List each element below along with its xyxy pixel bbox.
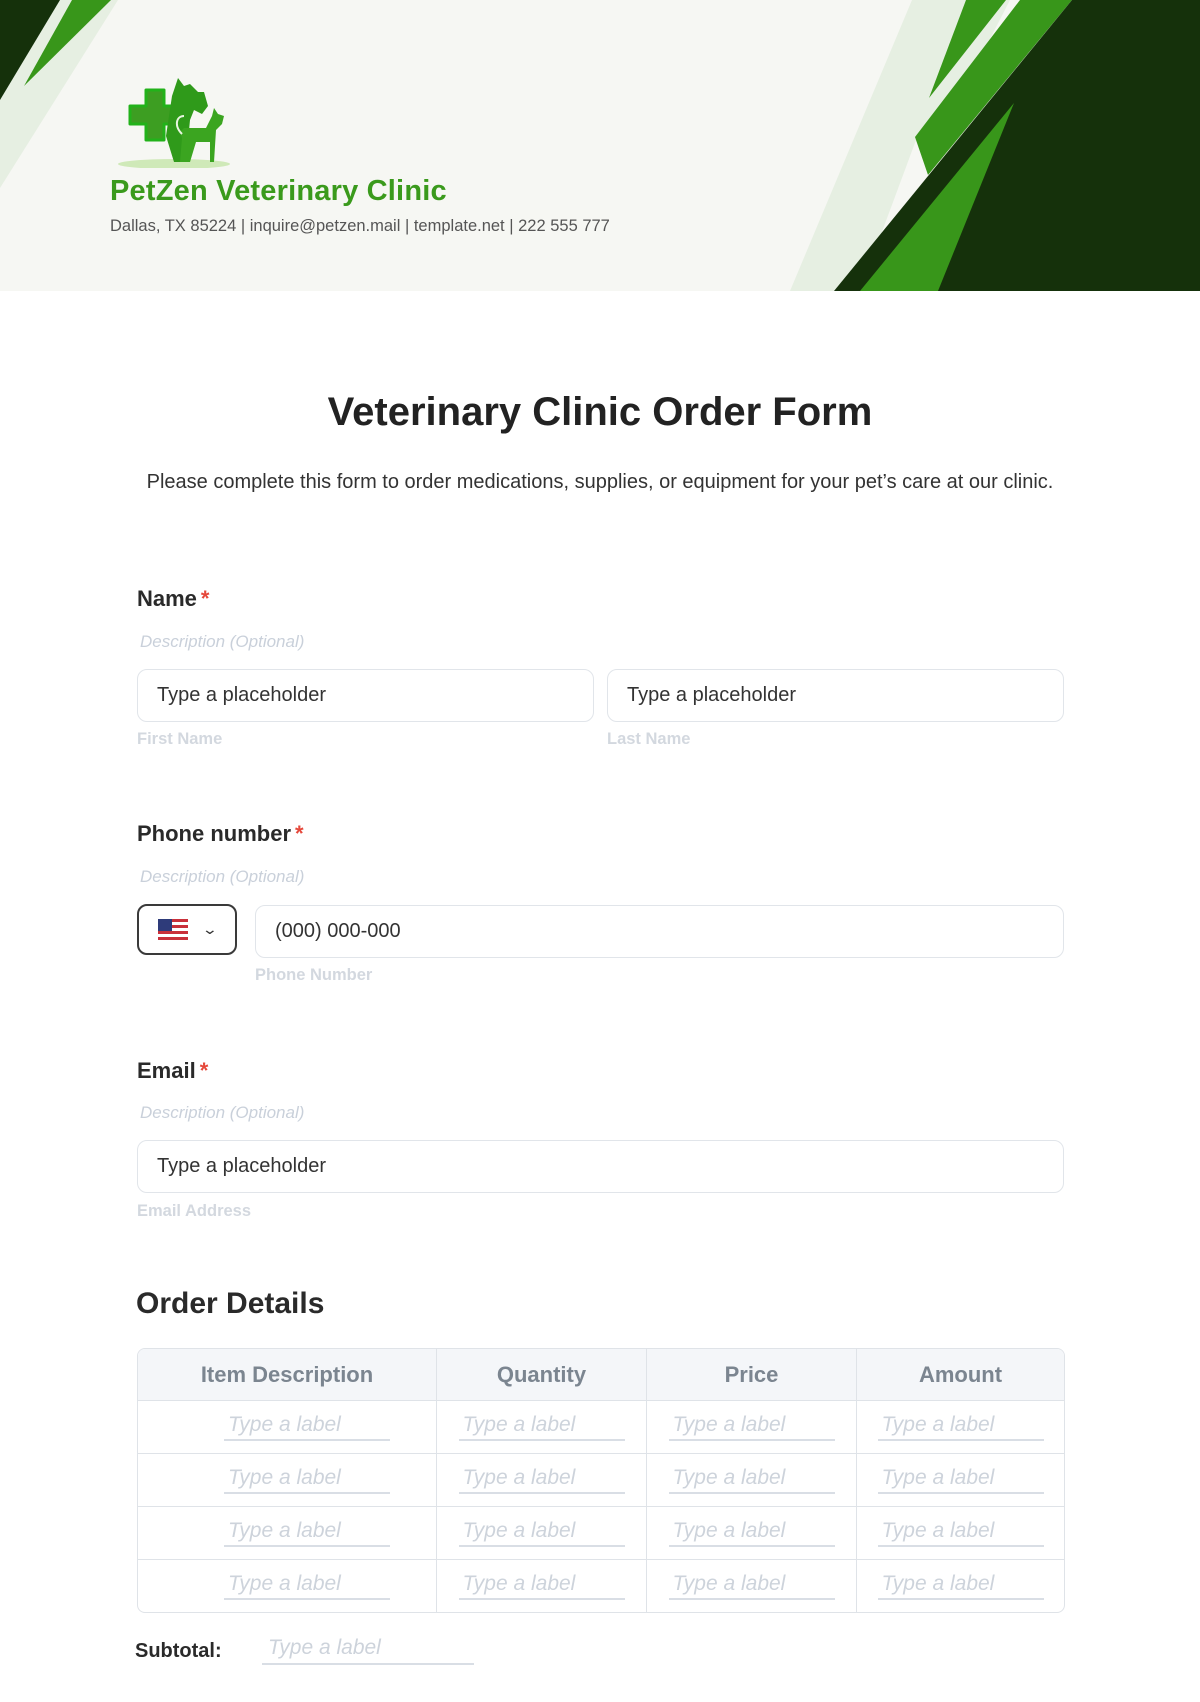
required-asterisk: * — [199, 1058, 209, 1083]
amount-input[interactable]: Type a label — [877, 1466, 1044, 1494]
email-input[interactable]: Type a placeholder — [137, 1140, 1064, 1193]
column-header: Item Description — [138, 1349, 436, 1400]
item-description-input[interactable]: Type a label — [224, 1519, 390, 1547]
required-asterisk: * — [295, 821, 304, 846]
form-intro: Please complete this form to order medic… — [146, 471, 1054, 493]
form-title: Veterinary Clinic Order Form — [327, 390, 873, 434]
name-field-label: Name * — [137, 586, 209, 612]
table-header-row: Item Description Quantity Price Amount — [138, 1349, 1064, 1400]
quantity-input[interactable]: Type a label — [458, 1572, 625, 1600]
column-header: Amount — [856, 1349, 1064, 1400]
table-row: Type a label Type a label Type a label T… — [138, 1559, 1064, 1612]
price-input[interactable]: Type a label — [668, 1413, 835, 1441]
email-sublabel: Email Address — [137, 1202, 252, 1220]
quantity-input[interactable]: Type a label — [458, 1413, 625, 1441]
column-header: Quantity — [436, 1349, 646, 1400]
last-name-sublabel: Last Name — [607, 730, 691, 748]
clinic-name: PetZen Veterinary Clinic — [110, 175, 447, 207]
quantity-input[interactable]: Type a label — [458, 1519, 625, 1547]
quantity-input[interactable]: Type a label — [458, 1466, 625, 1494]
column-header: Price — [646, 1349, 856, 1400]
phone-label-text: Phone number — [137, 821, 292, 846]
column-header-price: Price — [724, 1361, 779, 1387]
last-name-input[interactable]: Type a placeholder — [607, 669, 1064, 722]
chevron-down-icon: ⌄ — [201, 921, 219, 937]
first-name-input[interactable]: Type a placeholder — [137, 669, 594, 722]
phone-number-input[interactable]: (000) 000-000 — [255, 905, 1064, 958]
email-label-text: Email — [137, 1058, 196, 1083]
order-details-title: Order Details — [136, 1287, 325, 1320]
amount-input[interactable]: Type a label — [877, 1519, 1044, 1547]
name-label-text: Name — [137, 586, 197, 611]
country-code-select[interactable]: ⌄ — [137, 904, 237, 955]
first-name-sublabel: First Name — [137, 730, 223, 748]
price-input[interactable]: Type a label — [668, 1519, 835, 1547]
letterhead: PetZen Veterinary Clinic Dallas, TX 8522… — [0, 0, 1200, 291]
clinic-logo-icon — [118, 78, 230, 168]
phone-field-label: Phone number * — [137, 821, 304, 847]
subtotal-input[interactable]: Type a label — [262, 1636, 474, 1665]
item-description-input[interactable]: Type a label — [224, 1466, 390, 1494]
subtotal-label: Subtotal: — [135, 1640, 222, 1662]
table-row: Type a label Type a label Type a label T… — [138, 1400, 1064, 1453]
column-header-amount: Amount — [918, 1361, 1003, 1387]
amount-input[interactable]: Type a label — [877, 1413, 1044, 1441]
price-input[interactable]: Type a label — [668, 1572, 835, 1600]
phone-description: Description (Optional) — [140, 867, 305, 886]
required-asterisk: * — [200, 586, 210, 611]
email-field-label: Email * — [137, 1058, 208, 1084]
amount-input[interactable]: Type a label — [877, 1572, 1044, 1600]
us-flag-icon — [158, 918, 188, 941]
phone-number-sublabel: Phone Number — [255, 966, 373, 984]
order-details-table: Item Description Quantity Price Amount T… — [137, 1348, 1065, 1613]
column-header-quantity: Quantity — [496, 1361, 587, 1387]
item-description-input[interactable]: Type a label — [224, 1413, 390, 1441]
name-description: Description (Optional) — [140, 632, 305, 651]
email-description: Description (Optional) — [140, 1103, 305, 1122]
item-description-input[interactable]: Type a label — [224, 1572, 390, 1600]
clinic-contact-info: Dallas, TX 85224 | inquire@petzen.mail |… — [110, 217, 610, 235]
column-header-item-description: Item Description — [200, 1361, 374, 1387]
price-input[interactable]: Type a label — [668, 1466, 835, 1494]
table-row: Type a label Type a label Type a label T… — [138, 1453, 1064, 1506]
table-row: Type a label Type a label Type a label T… — [138, 1506, 1064, 1559]
